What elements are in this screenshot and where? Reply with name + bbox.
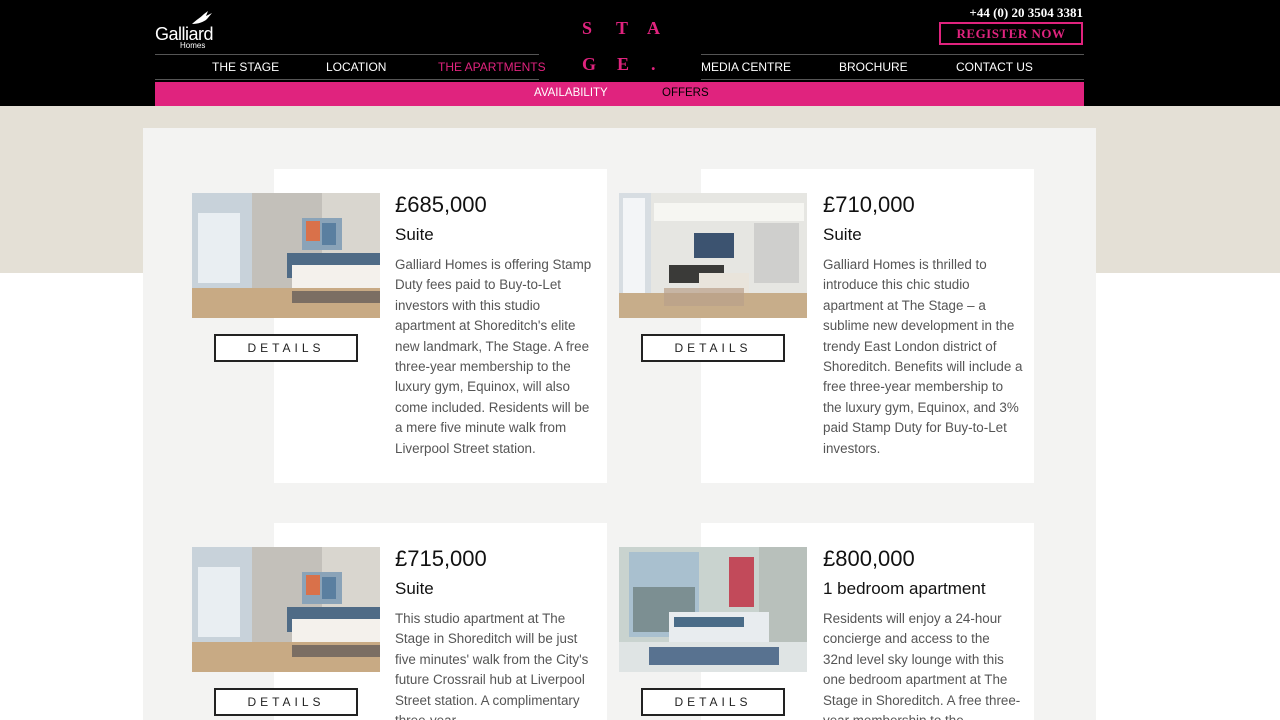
phone-number: +44 (0) 20 3504 3381: [969, 5, 1083, 20]
stage-letter: A: [647, 18, 660, 38]
listing-photo[interactable]: [619, 193, 807, 318]
listing-type: Suite: [823, 225, 862, 244]
nav-location[interactable]: LOCATION: [326, 60, 386, 74]
nav-contact-us[interactable]: CONTACT US: [956, 60, 1033, 74]
listing-type: Suite: [395, 579, 434, 598]
listing-type: 1 bedroom apartment: [823, 579, 986, 598]
listing-photo[interactable]: [192, 547, 380, 672]
listing-description: Galliard Homes is thrilled to introduce …: [823, 257, 1023, 456]
nav-the-stage[interactable]: THE STAGE: [212, 60, 279, 74]
nav-divider: [701, 54, 1084, 55]
nav-brochure[interactable]: BROCHURE: [839, 60, 908, 74]
galliard-logo[interactable]: Galliard Homes: [155, 10, 215, 52]
listing-photo[interactable]: [619, 547, 807, 672]
subnav-availability[interactable]: AVAILABILITY: [534, 87, 608, 99]
details-button[interactable]: DETAILS: [214, 688, 358, 716]
listing-description: Residents will enjoy a 24-hour concierge…: [823, 611, 1021, 720]
details-button[interactable]: DETAILS: [641, 688, 785, 716]
listing-type: Suite: [395, 225, 434, 244]
listing-price: £685,000: [395, 192, 487, 217]
details-button[interactable]: DETAILS: [214, 334, 358, 362]
stage-logo[interactable]: S T A G E .: [575, 16, 675, 76]
site-header: Galliard Homes THE STAGE LOCATION THE AP…: [0, 0, 1280, 106]
nav-media-centre[interactable]: MEDIA CENTRE: [701, 60, 791, 74]
details-button[interactable]: DETAILS: [641, 334, 785, 362]
subnav-offers[interactable]: OFFERS: [662, 87, 709, 99]
stage-letter: E: [617, 54, 630, 74]
stage-letter: T: [616, 18, 629, 38]
nav-divider: [701, 79, 1084, 80]
stage-letter: S: [582, 18, 593, 38]
stage-letter: .: [651, 54, 656, 74]
register-now-button[interactable]: REGISTER NOW: [939, 22, 1083, 45]
nav-the-apartments[interactable]: THE APARTMENTS: [438, 60, 546, 74]
listing-price: £800,000: [823, 546, 915, 571]
logo-sub: Homes: [180, 41, 206, 50]
nav-divider: [155, 54, 539, 55]
listing-price: £710,000: [823, 192, 915, 217]
listing-description: Galliard Homes is offering Stamp Duty fe…: [395, 257, 592, 456]
listing-photo[interactable]: [192, 193, 380, 318]
nav-divider: [155, 79, 539, 80]
listing-description: This studio apartment at The Stage in Sh…: [395, 611, 589, 720]
stage-letter: G: [582, 54, 597, 74]
subnav-bar: AVAILABILITY OFFERS: [155, 82, 1084, 106]
listing-price: £715,000: [395, 546, 487, 571]
